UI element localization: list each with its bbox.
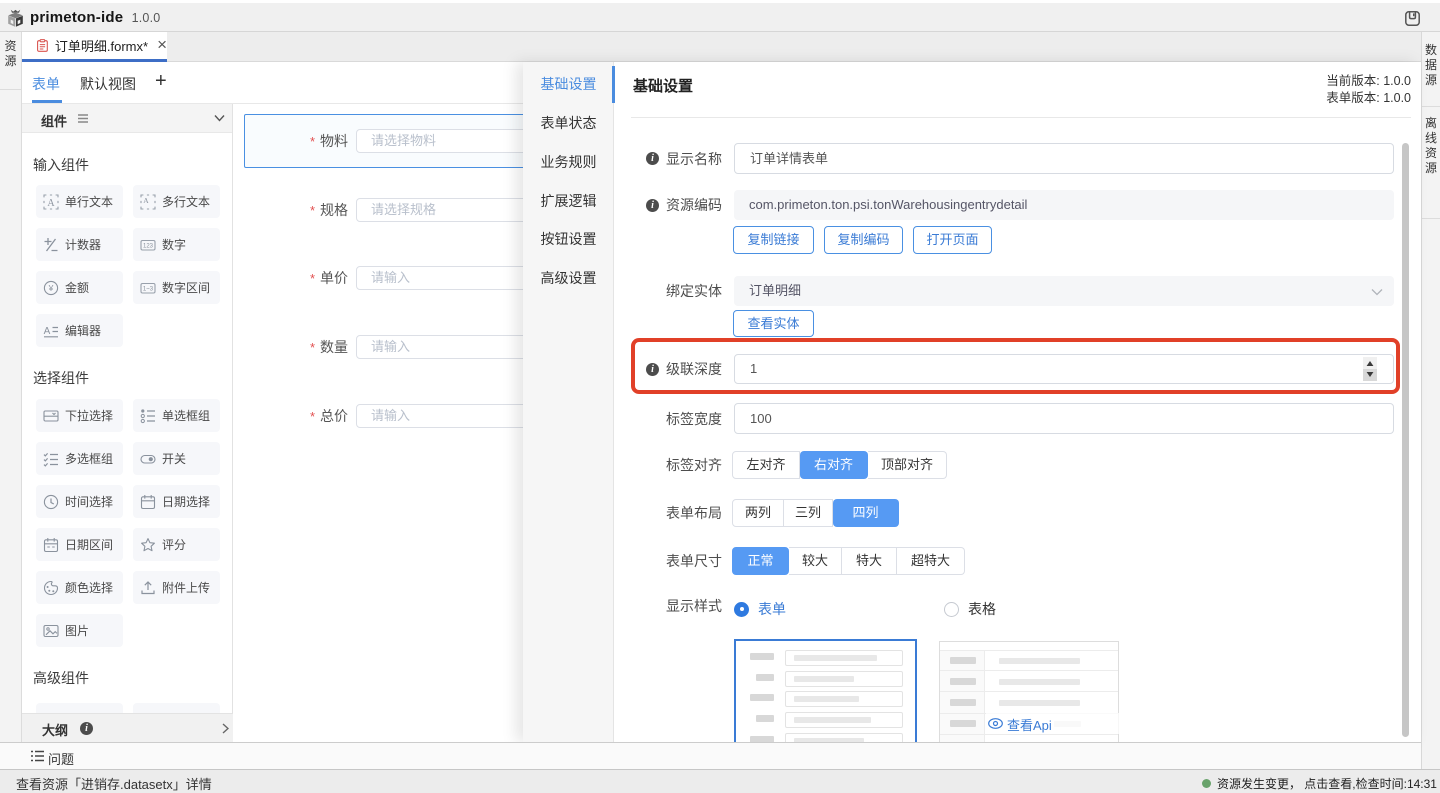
svg-text:1~3: 1~3 — [143, 286, 154, 292]
svg-text:A: A — [47, 197, 55, 208]
svg-text:A: A — [44, 326, 51, 337]
svg-text:A: A — [143, 196, 149, 205]
svg-text:¥: ¥ — [48, 283, 54, 293]
svg-text:123: 123 — [143, 243, 154, 249]
